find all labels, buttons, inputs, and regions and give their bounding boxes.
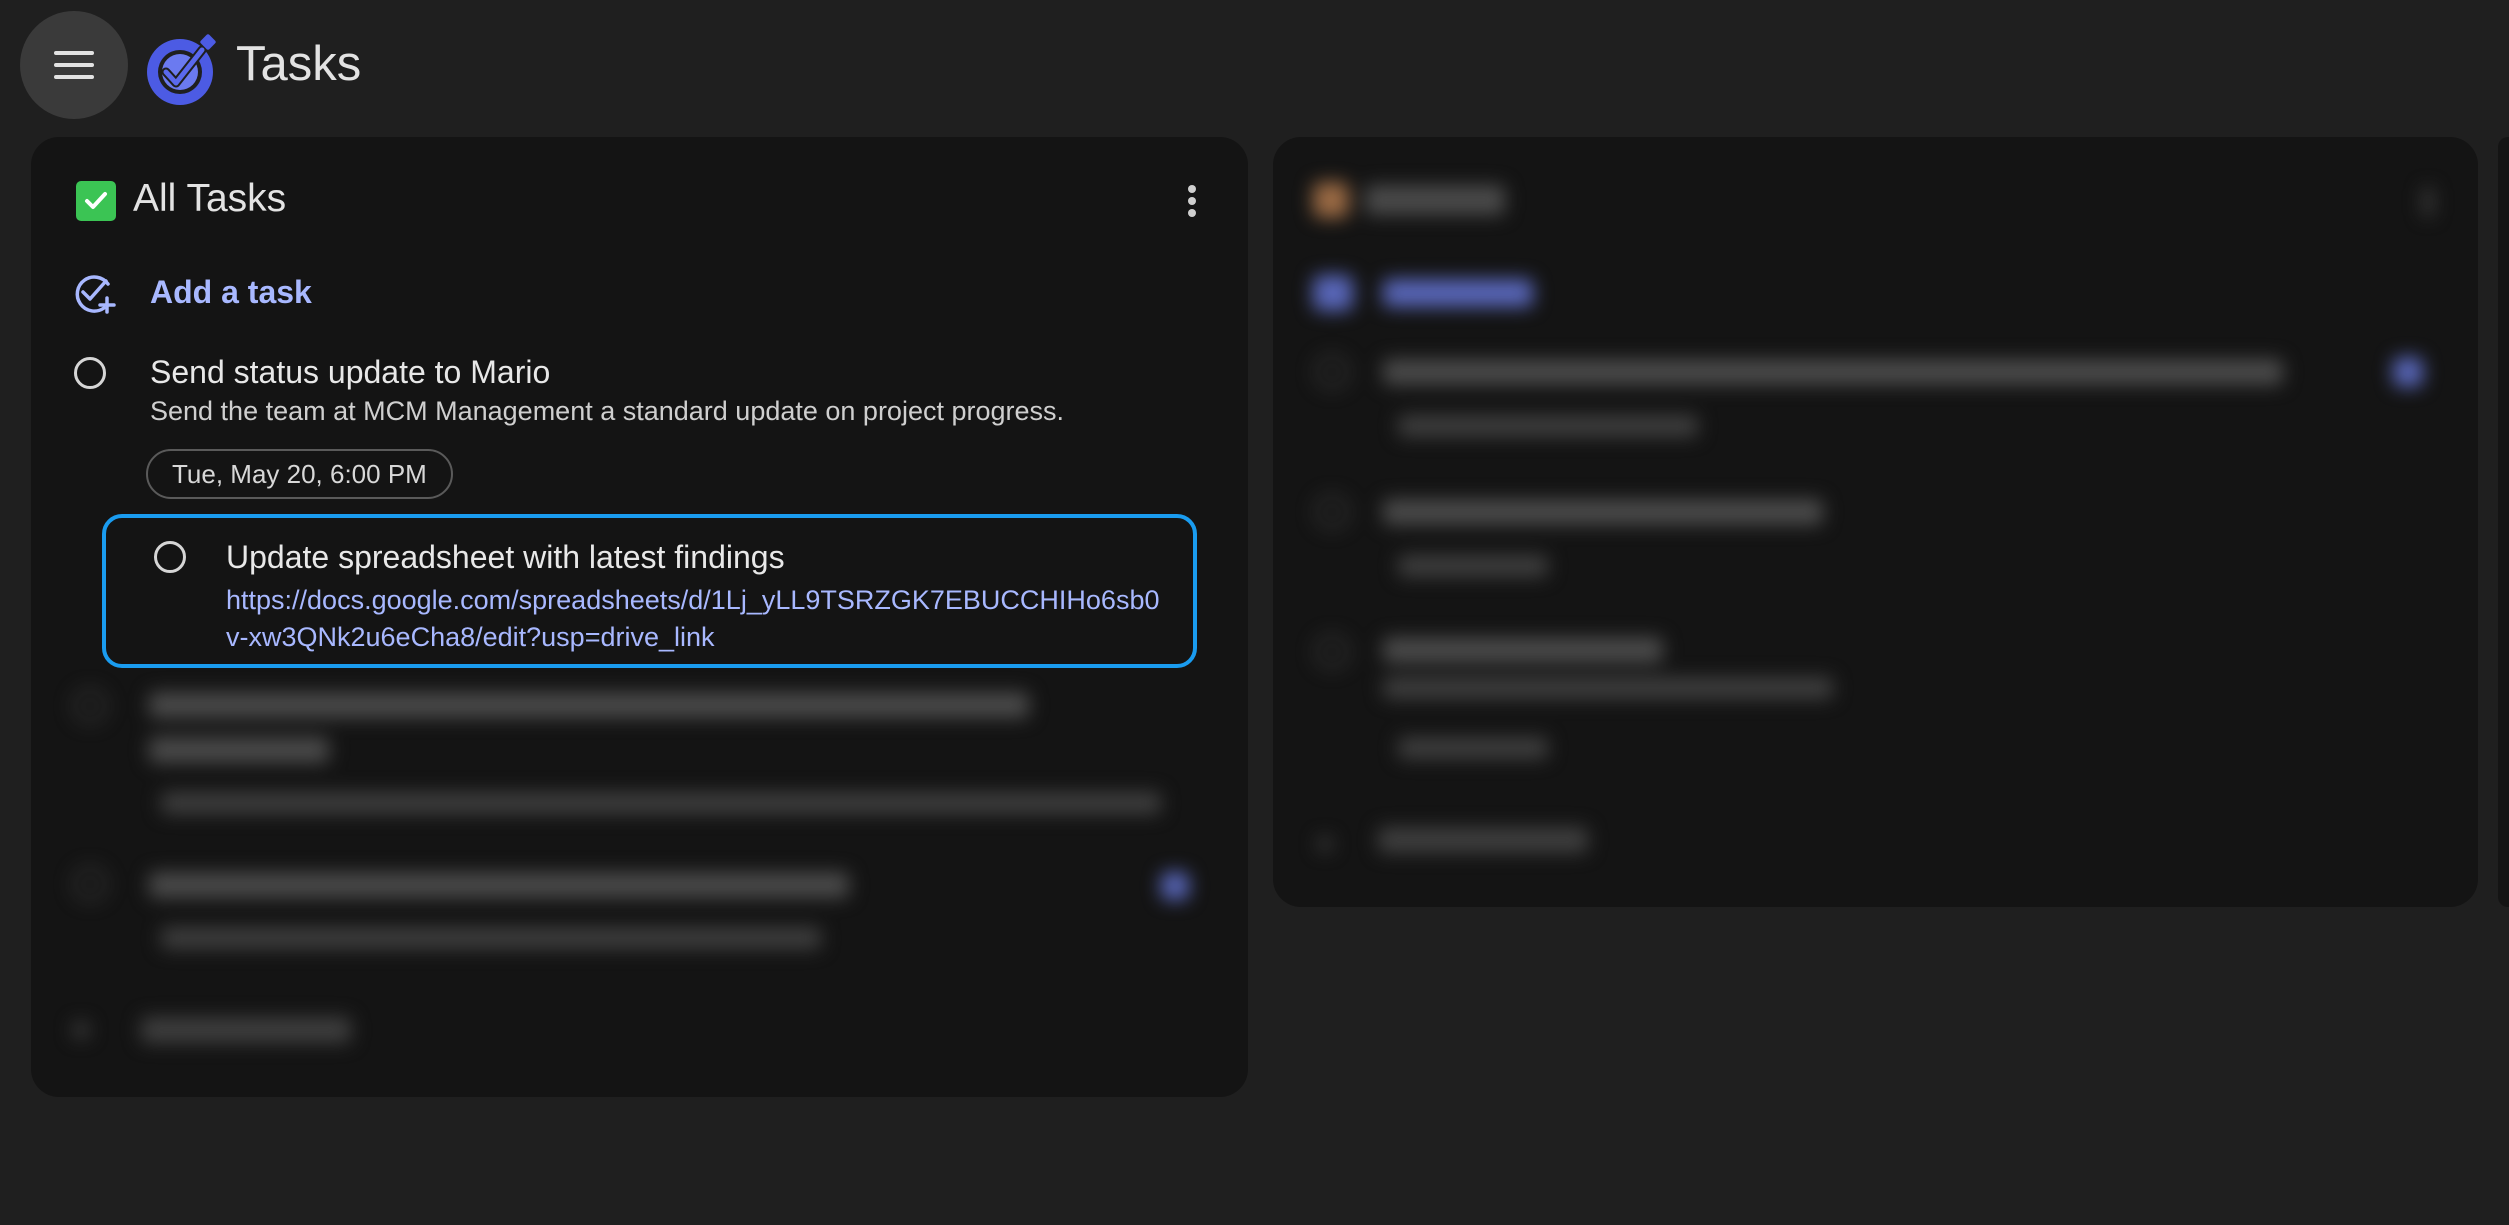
task-date-chip[interactable]: Tue, May 20, 6:00 PM xyxy=(146,449,453,499)
task-title[interactable]: Update spreadsheet with latest findings xyxy=(226,539,785,576)
add-task-button[interactable]: Add a task xyxy=(150,274,312,311)
list-title: All Tasks xyxy=(133,177,287,220)
app-title: Tasks xyxy=(236,37,362,91)
tasks-logo-icon xyxy=(147,34,216,105)
task-complete-checkbox[interactable] xyxy=(74,357,106,389)
list-check-icon xyxy=(76,181,116,221)
task-link[interactable]: https://docs.google.com/spreadsheets/d/1… xyxy=(226,582,1166,656)
task-title[interactable]: Send status update to Mario xyxy=(150,354,550,391)
task-complete-checkbox[interactable] xyxy=(154,541,186,573)
more-options-icon[interactable] xyxy=(1172,181,1212,221)
task-description[interactable]: Send the team at MCM Management a standa… xyxy=(150,396,1064,427)
hamburger-menu-icon xyxy=(54,51,94,79)
focused-task-row[interactable]: Update spreadsheet with latest findings … xyxy=(102,514,1197,668)
top-bar: Tasks xyxy=(0,0,2509,130)
main-menu-button[interactable] xyxy=(20,11,128,119)
other-list-card xyxy=(1273,137,2478,907)
next-list-card-edge xyxy=(2498,137,2509,907)
add-task-icon[interactable] xyxy=(70,270,116,316)
